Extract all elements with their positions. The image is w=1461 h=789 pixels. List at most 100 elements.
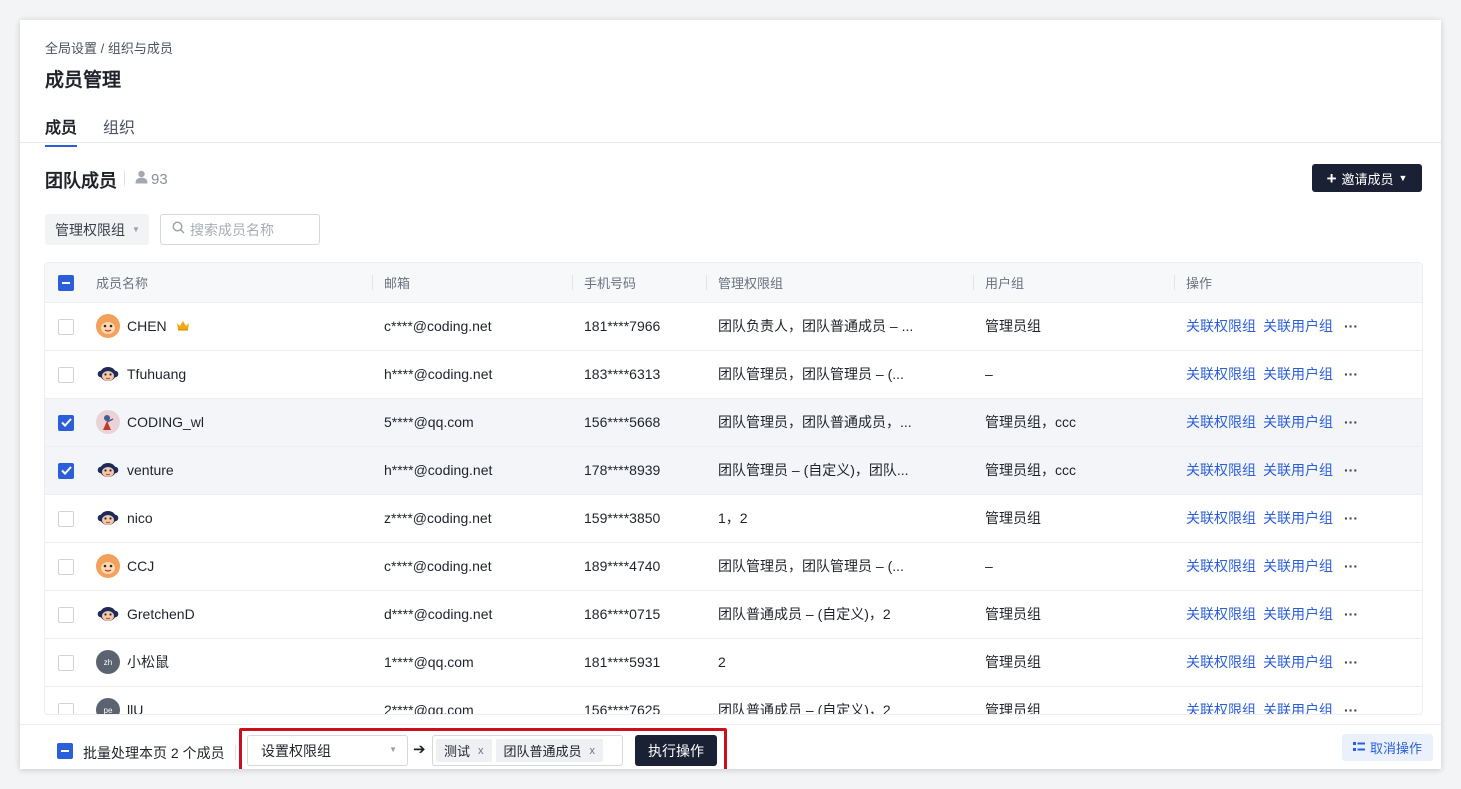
more-icon[interactable]: ··· [1344, 654, 1358, 670]
avatar [96, 314, 120, 338]
link-permission-group-link[interactable]: 关联权限组 [1186, 366, 1256, 382]
permission-group-tag-input[interactable]: 测试 x 团队普通成员 x [432, 735, 623, 766]
link-user-group-link[interactable]: 关联用户组 [1263, 318, 1333, 334]
row-checkbox[interactable] [58, 654, 74, 671]
link-user-group-link[interactable]: 关联用户组 [1263, 510, 1333, 526]
tag-close-icon[interactable]: x [590, 745, 596, 757]
table-row[interactable]: CODING_wl 5****@qq.com 156****5668 团队管理员… [45, 398, 1422, 446]
section-title: 团队成员 [45, 171, 117, 191]
plus-icon: + [1326, 168, 1337, 188]
member-name-cell: CHEN [84, 302, 372, 350]
tag-close-icon[interactable]: x [478, 745, 484, 757]
table-row[interactable]: venture h****@coding.net 178****8939 团队管… [45, 446, 1422, 494]
member-count: 93 [135, 170, 168, 188]
more-icon[interactable]: ··· [1344, 558, 1358, 574]
select-all-checkbox[interactable] [58, 274, 74, 291]
link-user-group-link[interactable]: 关联用户组 [1263, 414, 1333, 430]
more-icon[interactable]: ··· [1344, 414, 1358, 430]
member-name: CCJ [127, 558, 155, 574]
link-user-group-link[interactable]: 关联用户组 [1263, 654, 1333, 670]
member-name-cell: nico [84, 494, 372, 542]
actions-cell: 关联权限组 关联用户组 ··· [1174, 494, 1422, 542]
section-divider [124, 170, 125, 186]
row-checkbox[interactable] [58, 606, 74, 623]
more-icon[interactable]: ··· [1344, 702, 1358, 714]
table-row[interactable]: CHEN c****@coding.net 181****7966 团队负责人，… [45, 302, 1422, 350]
user-group-cell: 管理员组 [985, 654, 1041, 670]
email-cell: d****@coding.net [384, 606, 493, 622]
search-icon [172, 220, 185, 239]
table-row[interactable]: pe llU 2****@qq.com 156****7625 团队普通成员 – … [45, 686, 1422, 715]
row-select-cell [45, 398, 84, 446]
app-frame: 全局设置 / 组织与成员 成员管理 成员 组织 团队成员 93 + 邀请成员 ▼… [20, 20, 1441, 769]
row-select-cell [45, 590, 84, 638]
more-icon[interactable]: ··· [1344, 318, 1358, 334]
member-name-cell: zh 小松鼠 [84, 638, 372, 686]
tag-label: 测试 [444, 744, 471, 759]
link-permission-group-link[interactable]: 关联权限组 [1186, 414, 1256, 430]
avatar [96, 362, 120, 386]
operation-select[interactable]: 设置权限组 ▼ [247, 735, 408, 766]
permission-group-cell: 团队管理员 – (自定义)，团队... [718, 462, 909, 478]
row-checkbox[interactable] [58, 510, 74, 527]
more-icon[interactable]: ··· [1344, 462, 1358, 478]
link-user-group-link[interactable]: 关联用户组 [1263, 606, 1333, 622]
permission-group-cell: 团队普通成员 – (自定义)，2 [718, 702, 891, 715]
bulk-select-checkbox[interactable] [57, 743, 73, 759]
members-table: 成员名称 邮箱 手机号码 管理权限组 用户组 操作 CHEN c****@cod… [44, 262, 1423, 715]
table-row[interactable]: CCJ c****@coding.net 189****4740 团队管理员，团… [45, 542, 1422, 590]
link-permission-group-link[interactable]: 关联权限组 [1186, 702, 1256, 714]
tag-item: 测试 x [436, 739, 492, 762]
row-checkbox[interactable] [58, 462, 74, 479]
row-checkbox[interactable] [58, 558, 74, 575]
permission-group-filter-label: 管理权限组 [55, 221, 125, 238]
invite-member-button[interactable]: + 邀请成员 ▼ [1312, 164, 1422, 192]
table-row[interactable]: Tfuhuang h****@coding.net 183****6313 团队… [45, 350, 1422, 398]
phone-cell: 178****8939 [584, 462, 661, 478]
link-user-group-link[interactable]: 关联用户组 [1263, 366, 1333, 382]
row-checkbox[interactable] [58, 366, 74, 383]
search-box [160, 214, 320, 245]
table-row[interactable]: GretchenD d****@coding.net 186****0715 团… [45, 590, 1422, 638]
phone-cell: 181****7966 [584, 318, 661, 334]
link-permission-group-link[interactable]: 关联权限组 [1186, 462, 1256, 478]
link-user-group-link[interactable]: 关联用户组 [1263, 702, 1333, 714]
search-input[interactable] [190, 221, 310, 238]
link-permission-group-link[interactable]: 关联权限组 [1186, 558, 1256, 574]
user-group-cell: – [985, 366, 993, 382]
list-icon [1352, 740, 1365, 755]
email-cell: 1****@qq.com [384, 654, 474, 670]
row-select-cell [45, 686, 84, 714]
actions-cell: 关联权限组 关联用户组 ··· [1174, 542, 1422, 590]
permission-group-cell: 2 [718, 654, 726, 670]
bulk-selection-text: 批量处理本页 2 个成员 [83, 745, 225, 761]
member-name-cell: CCJ [84, 542, 372, 590]
phone-cell: 156****5668 [584, 414, 661, 430]
column-header: 邮箱 [372, 263, 572, 302]
execute-button[interactable]: 执行操作 [635, 735, 717, 766]
permission-group-cell: 团队管理员，团队管理员 – (... [718, 558, 904, 574]
more-icon[interactable]: ··· [1344, 606, 1358, 622]
actions-cell: 关联权限组 关联用户组 ··· [1174, 590, 1422, 638]
more-icon[interactable]: ··· [1344, 510, 1358, 526]
member-count-value: 93 [151, 170, 168, 188]
link-user-group-link[interactable]: 关联用户组 [1263, 558, 1333, 574]
bulk-action-bar: 批量处理本页 2 个成员 设置权限组 ▼ ➔ 测试 x 团队普通成员 x 执行操… [20, 724, 1441, 769]
row-checkbox[interactable] [58, 318, 74, 335]
more-icon[interactable]: ··· [1344, 366, 1358, 382]
link-permission-group-link[interactable]: 关联权限组 [1186, 606, 1256, 622]
link-permission-group-link[interactable]: 关联权限组 [1186, 510, 1256, 526]
permission-group-filter[interactable]: 管理权限组 ▼ [45, 214, 149, 245]
row-checkbox[interactable] [58, 702, 74, 714]
member-name: CHEN [127, 318, 167, 334]
table-row[interactable]: nico z****@coding.net 159****3850 1，2 管理… [45, 494, 1422, 542]
user-group-cell: 管理员组 [985, 702, 1041, 715]
link-permission-group-link[interactable]: 关联权限组 [1186, 654, 1256, 670]
table-row[interactable]: zh 小松鼠 1****@qq.com 181****5931 2 管理员组 关联… [45, 638, 1422, 686]
permission-group-cell: 1，2 [718, 510, 748, 526]
row-checkbox[interactable] [58, 414, 74, 431]
tabs-divider [20, 142, 1441, 143]
cancel-operation-button[interactable]: 取消操作 [1342, 734, 1433, 761]
link-permission-group-link[interactable]: 关联权限组 [1186, 318, 1256, 334]
link-user-group-link[interactable]: 关联用户组 [1263, 462, 1333, 478]
